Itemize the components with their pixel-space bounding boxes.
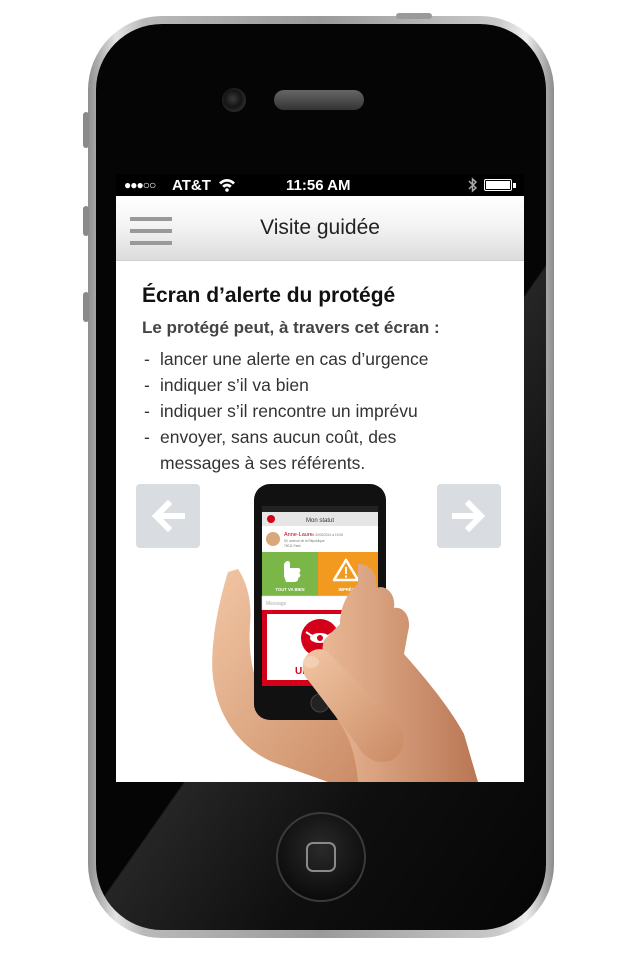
mute-switch [83,112,89,148]
bluetooth-icon [468,177,478,193]
carrier-label: AT&T [172,177,211,194]
page-title: Visite guidée [260,216,380,239]
feature-list: lancer une alerte en cas d’urgence indiq… [142,346,429,476]
demo-ok-label: TOUT VA BIEN [275,587,304,592]
power-button [396,13,432,19]
list-item-text: envoyer, sans aucun coût, des [160,427,397,447]
demo-message-field: Message [266,601,287,607]
home-button[interactable] [274,810,368,904]
list-item-continuation: messages à ses référents. [160,453,366,473]
demo-contact-address-2: 75011 Paris [284,544,301,548]
previous-button[interactable] [136,484,200,548]
battery-icon [484,179,512,191]
list-item: indiquer s’il rencontre un imprévu [142,398,429,424]
list-item: lancer une alerte en cas d’urgence [142,346,429,372]
battery-tip [513,183,516,188]
status-bar: ●●●○○ AT&T 11:56 AM [116,174,524,196]
demo-contact-name: Anne-Laure [284,532,313,538]
app-screen: ●●●○○ AT&T 11:56 AM Visite guidée Écran … [116,174,524,782]
earpiece-speaker [274,90,364,110]
clock: 11:56 AM [286,177,351,194]
navigation-bar: Visite guidée [116,196,524,261]
volume-up-button [83,206,89,236]
arrow-left-icon [151,499,185,533]
demo-avatar [266,532,280,546]
list-item: indiquer s’il va bien [142,372,429,398]
section-subtitle: Le protégé peut, à travers cet écran : [142,318,440,337]
tour-content: Écran d’alerte du protégé Le protégé peu… [116,260,524,782]
demo-contact-detail: le 20/02/2014 à 19:08 [312,533,343,537]
demo-contact-address-1: 50, avenue de la République [284,539,325,543]
front-camera [222,88,246,112]
demo-header: Mon statut [306,518,334,524]
wifi-icon [219,179,235,192]
volume-down-button [83,292,89,322]
list-item: envoyer, sans aucun coût, des messages à … [142,424,429,476]
section-title: Écran d’alerte du protégé [142,284,396,307]
signal-strength-icon: ●●●○○ [124,178,156,192]
hand-holding-phone-illustration: Mon statut Anne-Laure le 20/02/2014 à 19… [212,484,478,782]
